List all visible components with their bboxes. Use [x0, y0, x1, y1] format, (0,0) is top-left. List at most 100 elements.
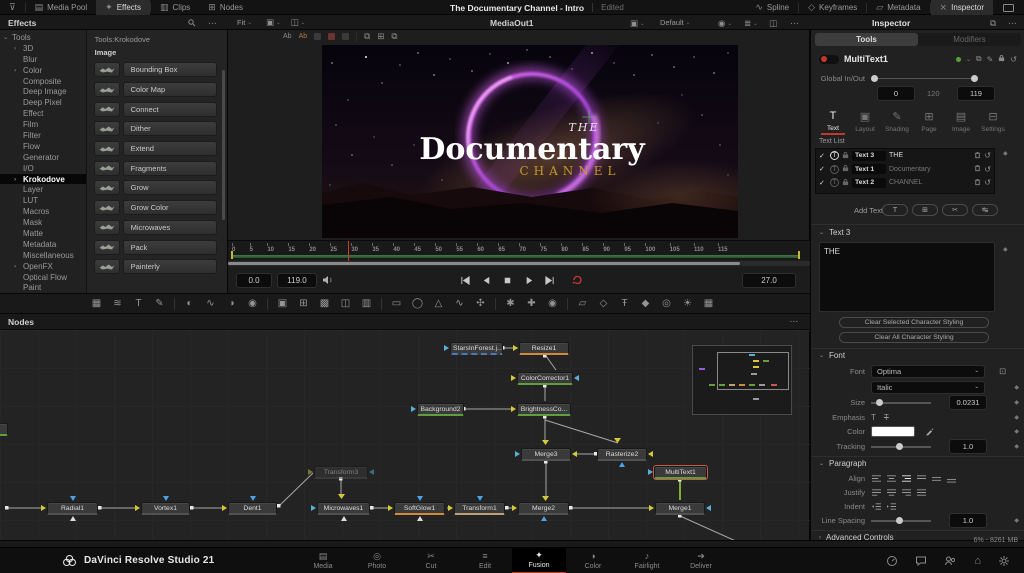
font-browse-icon[interactable]: ⊡ [999, 366, 1006, 377]
tool-button[interactable]: Dither [123, 121, 217, 136]
node-enable-toggle[interactable] [819, 55, 839, 64]
fusion-tool-icon[interactable] [567, 298, 568, 310]
chevron-down-icon[interactable]: ⌄ [966, 56, 971, 63]
tree-item[interactable]: ›OpenFX [0, 261, 86, 272]
tree-item[interactable]: Optical Flow [0, 272, 86, 283]
page-fairlight[interactable]: ♪Fairlight [620, 548, 674, 573]
effects-options-icon[interactable]: ⋯ [208, 18, 217, 29]
krokodove-tool-icon-button[interactable] [94, 180, 120, 195]
krokodove-tool-icon-button[interactable] [94, 102, 120, 117]
check-icon[interactable]: ✓ [819, 179, 827, 187]
polygon-mask-tool-icon[interactable]: △ [432, 298, 445, 309]
go-to-start-button[interactable] [460, 275, 471, 286]
page-deliver[interactable]: ➔Deliver [674, 548, 728, 573]
justify-last-right-icon[interactable] [901, 488, 912, 497]
check-icon[interactable]: ✓ [819, 152, 827, 160]
viewer-view-dropdown[interactable]: ◫⌄ [291, 17, 306, 28]
tool-button[interactable]: Connect [123, 102, 217, 117]
clear-selected-styling-button[interactable]: Clear Selected Character Styling [839, 317, 989, 328]
range-in-marker[interactable] [231, 251, 233, 259]
viewer-lut-icon-dropdown[interactable]: ▣⌄ [630, 18, 645, 29]
tree-item[interactable]: Filter [0, 130, 86, 141]
text-visibility-icon[interactable]: T [830, 178, 839, 187]
krokodove-tool-icon-button[interactable] [94, 240, 120, 255]
node-starsinforest[interactable]: StarsInForest.j... [450, 342, 503, 355]
node-merge1[interactable]: Merge1 [655, 502, 705, 515]
strikethrough-emphasis-icon[interactable]: T [884, 413, 889, 422]
playhead[interactable] [348, 241, 349, 261]
trash-icon[interactable] [974, 151, 981, 161]
guides-icon[interactable]: ⊞ [377, 31, 384, 42]
page-photo[interactable]: ◎Photo [350, 548, 404, 573]
tool-button[interactable]: Pack [123, 240, 217, 255]
tree-item[interactable]: Generator [0, 152, 86, 163]
font-family-dropdown[interactable]: Optima⌄ [871, 365, 985, 378]
tree-item[interactable]: ›Color [0, 65, 86, 76]
nodes-button[interactable]: ⊞Nodes [199, 0, 252, 15]
tab-settings[interactable]: ⊟Settings [977, 111, 1009, 133]
node-radial1[interactable]: Radial1 [47, 502, 98, 515]
pin-icon[interactable]: ✎ [987, 55, 994, 64]
rectangle-mask-tool-icon[interactable]: ▭ [390, 298, 403, 309]
project-settings-gear-icon[interactable] [998, 555, 1010, 567]
tree-item[interactable]: Miscellaneous [0, 250, 86, 261]
shape-3d-tool-icon[interactable]: ◇ [597, 298, 610, 309]
color-gain-tool-icon[interactable]: ◫ [339, 298, 352, 309]
brightness-contrast-tool-icon[interactable]: ◑ [225, 298, 238, 309]
versions-icon[interactable]: ⧉ [976, 54, 982, 64]
keyframe-diamond-icon[interactable]: ◆ [1003, 246, 1008, 253]
viewer-more-icon[interactable]: ⋯ [790, 18, 799, 29]
node-rasterize2[interactable]: Rasterize2 [597, 448, 647, 461]
background-tool-icon[interactable]: ▦ [90, 298, 103, 309]
text-visibility-icon[interactable]: T [830, 151, 839, 160]
viewer-image[interactable]: THE Documentary CHANNEL [322, 45, 738, 238]
global-in-field[interactable]: 0 [877, 86, 915, 101]
text-item-name[interactable]: Text 1 [852, 164, 886, 174]
project-manager-home-icon[interactable]: ⌂ [974, 555, 981, 567]
tree-item[interactable]: Effect [0, 108, 86, 119]
tool-button[interactable]: Microwaves [123, 220, 217, 235]
line-spacing-field[interactable]: 1.0 [949, 513, 987, 528]
tree-item[interactable]: ›Krokodove [0, 174, 86, 185]
justify-last-left-icon[interactable] [871, 488, 882, 497]
viewer-lut-dropdown[interactable]: Default⌄ [660, 18, 690, 27]
krokodove-tool-icon-button[interactable] [94, 62, 120, 77]
check-icon[interactable]: ✓ [819, 165, 827, 173]
inspector-more-icon[interactable]: ⋯ [1008, 18, 1017, 29]
node-brightnesscontrast[interactable]: BrightnessCo... [517, 403, 571, 416]
reset-icon[interactable]: ↺ [984, 151, 991, 160]
metadata-button[interactable]: ▱Metadata [867, 0, 929, 15]
keyframe-diamond-icon[interactable]: ◆ [1014, 384, 1019, 391]
channel-alpha-icon[interactable] [328, 33, 335, 40]
node-merge2[interactable]: Merge2 [518, 502, 569, 515]
krokodove-tool-icon-button[interactable] [94, 220, 120, 235]
color-corrector-tool-icon[interactable]: ◐ [183, 298, 196, 309]
keyframe-diamond-icon[interactable]: ◆ [1014, 517, 1019, 524]
viewer-options-dropdown[interactable]: ≣⌄ [744, 18, 758, 29]
tree-item[interactable]: Composite [0, 76, 86, 87]
indent-decrease-icon[interactable] [871, 502, 882, 511]
text-plus-tool-icon[interactable]: T [132, 298, 145, 309]
loop-button[interactable] [571, 274, 583, 286]
line-spacing-slider[interactable] [871, 515, 931, 526]
krokodove-tool-icon-button[interactable] [94, 200, 120, 215]
justify-full-icon[interactable] [916, 488, 927, 497]
tree-item[interactable]: Deep Pixel [0, 97, 86, 108]
tree-item[interactable]: LUT [0, 195, 86, 206]
tree-item[interactable]: Flow [0, 141, 86, 152]
range-out-marker[interactable] [798, 251, 800, 259]
indent-increase-icon[interactable] [886, 502, 897, 511]
node-color-dot[interactable] [956, 57, 961, 62]
tracking-slider[interactable] [871, 441, 931, 452]
node-multitext1[interactable]: MultiText1 [654, 466, 707, 479]
media-pool-button[interactable]: ▤Media Pool [26, 0, 97, 15]
blur-tool-icon[interactable]: ◉ [246, 298, 259, 309]
page-edit[interactable]: ≡Edit [458, 548, 512, 573]
align-left-icon[interactable] [871, 474, 882, 483]
trash-icon[interactable] [974, 178, 981, 188]
light-3d-tool-icon[interactable]: ☀ [681, 298, 694, 309]
tab-shading[interactable]: ✎Shading [881, 111, 913, 133]
tab-page[interactable]: ⊞Page [913, 111, 945, 133]
font-section-header[interactable]: ⌄Font [811, 348, 1024, 362]
ellipse-mask-tool-icon[interactable]: ◯ [411, 298, 424, 309]
